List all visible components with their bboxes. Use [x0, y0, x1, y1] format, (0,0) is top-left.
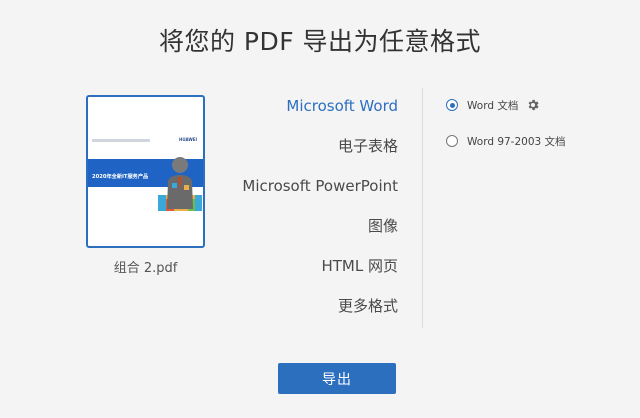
format-html[interactable]: HTML 网页 — [242, 254, 398, 294]
format-microsoft-powerpoint[interactable]: Microsoft PowerPoint — [242, 174, 398, 214]
format-more[interactable]: 更多格式 — [242, 294, 398, 334]
format-image[interactable]: 图像 — [242, 214, 398, 254]
gear-icon[interactable] — [526, 98, 540, 112]
option-word-97-2003-label: Word 97-2003 文档 — [467, 135, 566, 148]
format-microsoft-word[interactable]: Microsoft Word — [242, 94, 398, 134]
file-name: 组合 2.pdf — [113, 261, 178, 276]
thumbnail-preview: HUAWEI 2020年全新IT服务产品 — [88, 97, 203, 246]
thumbnail-banner-text: 2020年全新IT服务产品 — [92, 174, 149, 180]
option-word-document[interactable]: Word 文档 — [446, 96, 540, 114]
file-thumbnail[interactable]: HUAWEI 2020年全新IT服务产品 — [86, 95, 205, 248]
option-word-document-label: Word 文档 — [467, 99, 519, 112]
radio-word-97-2003[interactable] — [446, 135, 458, 147]
option-word-97-2003[interactable]: Word 97-2003 文档 — [446, 132, 566, 150]
panel-divider — [422, 88, 423, 328]
thumbnail-logo: HUAWEI — [178, 137, 197, 142]
radio-word-document[interactable] — [446, 99, 458, 111]
export-button[interactable]: 导出 — [278, 363, 396, 394]
thumbnail-figure-image — [158, 157, 202, 211]
format-spreadsheet[interactable]: 电子表格 — [242, 134, 398, 174]
thumbnail-header-line — [92, 139, 150, 142]
format-list: Microsoft Word 电子表格 Microsoft PowerPoint… — [242, 94, 398, 334]
page-title: 将您的 PDF 导出为任意格式 — [158, 27, 482, 56]
